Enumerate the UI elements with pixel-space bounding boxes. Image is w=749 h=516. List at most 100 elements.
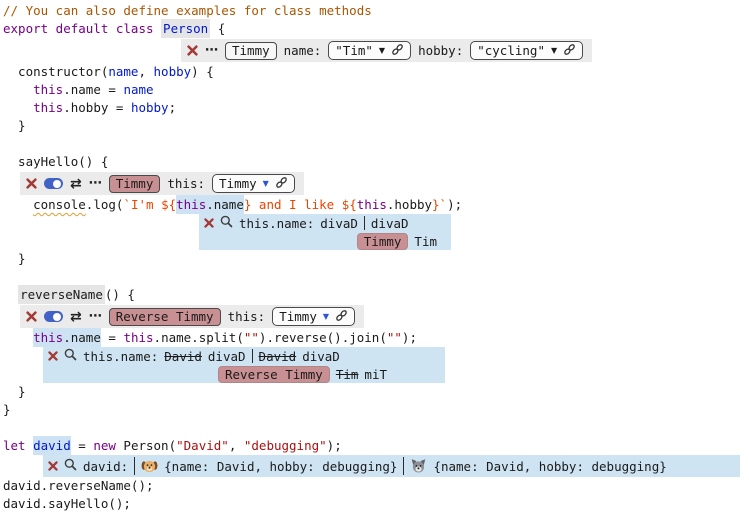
code-token	[3, 287, 18, 302]
probe-label: this.name:	[83, 349, 158, 364]
toggle-on-icon[interactable]	[44, 311, 63, 322]
remove-example-button[interactable]	[26, 311, 37, 322]
code-token: }	[3, 384, 26, 399]
code-token: ,	[229, 438, 244, 453]
code-line	[3, 268, 749, 286]
probe-label: this.name:	[239, 216, 314, 231]
probe-separator	[134, 457, 135, 475]
probe-label: david:	[83, 459, 128, 474]
example-name-chip[interactable]: Reverse Timmy	[109, 308, 221, 326]
code-token: .name	[206, 195, 244, 214]
code-token: "debugging"	[244, 438, 327, 453]
code-token: );	[327, 438, 342, 453]
code-token: hobby	[154, 64, 192, 79]
probe-row: david:{name: David, hobby: debugging}{na…	[43, 455, 740, 477]
link-icon[interactable]	[391, 43, 404, 59]
probe-value: divaD	[320, 216, 358, 231]
reversename-example-widget: ⇄⋯Reverse Timmythis:Timmy▼	[20, 305, 364, 328]
class-example-widget: ⋯Timmyname:"Tim"▼hobby:"cycling"▼	[181, 39, 592, 62]
code-token: export default class	[3, 21, 154, 36]
code-token: this	[357, 197, 387, 212]
example-value-dropdown[interactable]: Timmy▼	[212, 174, 295, 193]
probe-value: miT	[364, 367, 387, 382]
probe-separator	[403, 457, 404, 475]
example-value-dropdown[interactable]: "cycling" ▼	[470, 41, 583, 60]
code-line: reverseName() {	[3, 286, 749, 304]
code-token: {	[210, 21, 225, 36]
code-token: } and I like ${	[244, 197, 357, 212]
code-line: david.sayHello();	[3, 495, 749, 513]
code-token: );	[447, 197, 462, 212]
probe-value: divaD	[302, 349, 340, 364]
code-token	[154, 21, 162, 36]
remove-probe-button[interactable]	[48, 461, 58, 471]
remove-example-button[interactable]	[26, 178, 37, 189]
code-token: .name =	[63, 82, 123, 97]
code-line: console.log(`I'm ${this.name} and I like…	[3, 196, 749, 214]
example-name-chip[interactable]: Timmy	[225, 42, 277, 60]
code-token: "David"	[176, 438, 229, 453]
code-line: sayHello() {	[3, 153, 749, 171]
code-token: .hobby	[387, 197, 432, 212]
code-line: }	[3, 250, 749, 268]
code-line: // You can also define examples for clas…	[3, 2, 749, 20]
example-chip[interactable]: Reverse Timmy	[218, 366, 330, 383]
dog-emoji-icon	[141, 458, 158, 475]
wolf-emoji-icon	[410, 458, 427, 475]
sayhello-example-widget: ⇄ ⋯ Timmy this: Timmy▼	[20, 172, 304, 195]
code-token: Person(	[116, 438, 176, 453]
probe-separator	[252, 349, 253, 363]
code-token: david.reverseName();	[3, 478, 154, 493]
swap-arrows-icon[interactable]: ⇄	[70, 310, 82, 324]
code-token: // You can also define examples for clas…	[3, 3, 372, 18]
remove-example-button[interactable]	[187, 45, 198, 56]
code-line: }	[3, 383, 749, 401]
probe-row: this.name:divaDdivaD	[199, 214, 451, 232]
probe-this-name-reversename: this.name:DaviddivaDDaviddivaDReverse Ti…	[43, 347, 445, 383]
probe-value: divaD	[208, 349, 246, 364]
magnifier-icon	[64, 348, 77, 364]
code-token	[3, 82, 33, 97]
code-token: }`	[432, 197, 447, 212]
example-chip[interactable]: Timmy	[357, 233, 409, 250]
code-token: david.sayHello();	[3, 496, 131, 511]
code-token: sayHello() {	[3, 154, 108, 169]
code-token: =	[101, 330, 124, 345]
code-token: .name.split(	[154, 330, 244, 345]
code-token	[26, 438, 34, 453]
chevron-down-icon: ▼	[551, 47, 557, 55]
dropdown-value: "cycling"	[477, 43, 545, 58]
code-line	[3, 419, 749, 437]
example-value-dropdown[interactable]: "Tim"▼	[328, 41, 411, 60]
param-label: this:	[167, 176, 205, 191]
probe-this-name-sayhello: this.name:divaDdivaDTimmyTim	[199, 214, 451, 250]
example-name-chip[interactable]: Timmy	[109, 175, 161, 193]
code-token: ""	[387, 330, 402, 345]
probe-separator	[364, 216, 365, 230]
swap-arrows-icon[interactable]: ⇄	[70, 177, 82, 191]
ellipsis-icon[interactable]: ⋯	[205, 44, 218, 57]
example-value-dropdown[interactable]: Timmy▼	[272, 307, 355, 326]
toggle-on-icon[interactable]	[44, 178, 63, 189]
magnifier-icon	[64, 458, 77, 474]
probe-value: David	[164, 349, 202, 364]
code-token: () {	[105, 287, 135, 302]
code-token: name	[123, 82, 153, 97]
code-token: this	[33, 328, 63, 347]
code-token: let	[3, 438, 26, 453]
ellipsis-icon[interactable]: ⋯	[89, 177, 102, 190]
remove-probe-button[interactable]	[204, 218, 214, 228]
probe-value: {name: David, hobby: debugging}	[164, 459, 397, 474]
link-icon[interactable]	[335, 309, 348, 325]
code-token: }	[3, 118, 26, 133]
link-icon[interactable]	[563, 43, 576, 59]
code-token: ).reverse().join(	[259, 330, 387, 345]
code-line: }	[3, 117, 749, 135]
code-token: }	[3, 402, 11, 417]
remove-probe-button[interactable]	[48, 351, 58, 361]
ellipsis-icon[interactable]: ⋯	[89, 310, 102, 323]
probe-david: david:{name: David, hobby: debugging}{na…	[43, 455, 740, 477]
code-token: ,	[138, 64, 153, 79]
link-icon[interactable]	[275, 176, 288, 192]
param-label: hobby:	[418, 43, 463, 58]
